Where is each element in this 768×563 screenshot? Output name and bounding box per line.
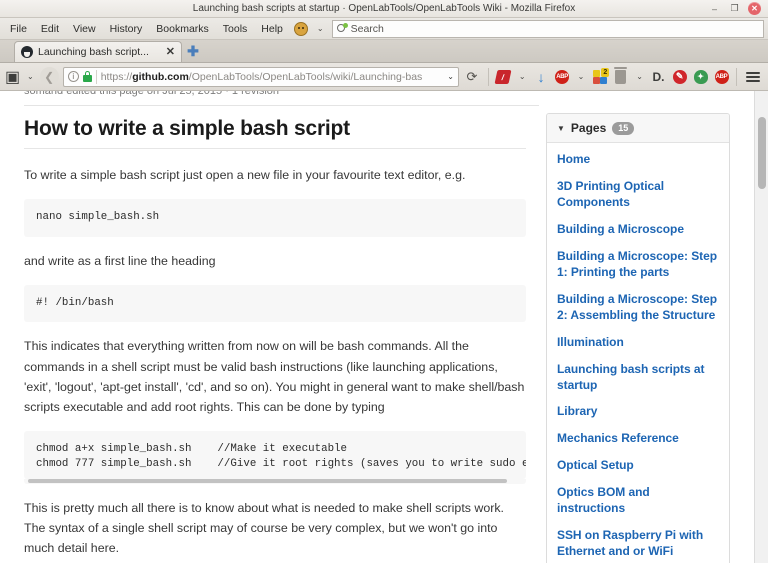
window-controls: – ❐ ✕: [708, 2, 768, 15]
url-divider: [95, 69, 97, 84]
maximize-restore-button[interactable]: ❐: [728, 2, 741, 15]
url-host: github.com: [132, 70, 189, 83]
menu-edit[interactable]: Edit: [35, 21, 65, 37]
menu-file[interactable]: File: [4, 21, 33, 37]
adblock-glyph: ABP: [714, 69, 729, 84]
url-text: https://github.com/OpenLabTools/OpenLabT…: [101, 71, 441, 83]
site-info-icon[interactable]: i: [67, 71, 79, 82]
noscript-icon[interactable]: ✎: [670, 67, 689, 87]
scrollbar-thumb: [758, 117, 766, 189]
tab-strip: Launching bash script... ✕ ✚: [0, 40, 768, 63]
hamburger-menu-icon[interactable]: [742, 71, 764, 82]
shield-icon[interactable]: ✦: [691, 67, 710, 87]
page-viewport: somand edited this page on Jul 25, 2015 …: [0, 91, 768, 563]
addon-puzzle-icon[interactable]: 2: [590, 67, 610, 87]
paragraph-summary: This is pretty much all there is to know…: [24, 501, 505, 556]
menu-bookmarks[interactable]: Bookmarks: [150, 21, 215, 37]
tab-launching-bash-script[interactable]: Launching bash script... ✕: [14, 41, 182, 62]
tab-list-icon[interactable]: ▣: [4, 67, 21, 87]
chevron-down-icon[interactable]: ⌄: [313, 24, 328, 33]
disconnect-glyph: D.: [652, 69, 665, 84]
sidebar-link-library[interactable]: Library: [557, 404, 719, 420]
new-tab-button[interactable]: ✚: [182, 41, 204, 62]
user-avatar-icon[interactable]: [293, 21, 308, 36]
disconnect-icon[interactable]: D.: [649, 67, 668, 87]
back-button[interactable]: ❮: [39, 67, 59, 86]
wiki-page: somand edited this page on Jul 25, 2015 …: [0, 91, 754, 563]
close-icon[interactable]: ✕: [166, 46, 175, 58]
article-content: How to write a simple bash script To wri…: [24, 117, 526, 563]
adblock-plus-icon[interactable]: ABP: [553, 67, 572, 87]
search-placeholder-text: Search: [350, 22, 384, 35]
chevron-down-icon-ext2[interactable]: ⌄: [574, 72, 589, 81]
chevron-down-icon-tablist[interactable]: ⌄: [23, 72, 38, 81]
chevron-down-icon-ext3[interactable]: ⌄: [632, 72, 647, 81]
pages-sidebar-title: Pages: [570, 121, 607, 135]
menu-history[interactable]: History: [104, 21, 149, 37]
download-arrow-icon[interactable]: ↓: [532, 67, 551, 87]
reload-button[interactable]: ⟳: [461, 67, 483, 87]
toolbar-divider-1: [487, 67, 489, 86]
paragraph-heading-line: and write as a first line the heading: [24, 253, 216, 268]
pages-count-badge: 15: [612, 121, 635, 135]
pages-sidebar-header[interactable]: ▼ Pages 15: [547, 114, 729, 143]
minimize-button[interactable]: –: [708, 2, 721, 15]
search-icon: [336, 23, 348, 34]
flash-blocker-icon[interactable]: /: [494, 67, 513, 87]
url-bar[interactable]: i https://github.com/OpenLabTools/OpenLa…: [62, 66, 459, 87]
search-bar[interactable]: Search: [331, 19, 764, 38]
shield-glyph: ✦: [693, 69, 708, 84]
window-title: Launching bash scripts at startup · Open…: [192, 2, 576, 14]
abp-glyph: ABP: [555, 69, 570, 84]
page-vertical-scrollbar[interactable]: [754, 91, 768, 563]
addon-badge-count: 2: [601, 67, 610, 77]
sidebar-link-optical-setup[interactable]: Optical Setup: [557, 458, 719, 474]
sidebar-link-microscope-step-2[interactable]: Building a Microscope: Step 2: Assemblin…: [557, 292, 719, 324]
browser-window: Launching bash scripts at startup · Open…: [0, 0, 768, 563]
menu-help[interactable]: Help: [255, 21, 289, 37]
sidebar-link-optics-bom[interactable]: Optics BOM and instructions: [557, 485, 719, 517]
sidebar-link-mechanics-reference[interactable]: Mechanics Reference: [557, 431, 719, 447]
chevron-down-icon-ext1[interactable]: ⌄: [515, 72, 530, 81]
menu-bar: File Edit View History Bookmarks Tools H…: [0, 18, 768, 40]
navigation-toolbar: ▣ ⌄ ❮ i https://github.com/OpenLabTools/…: [0, 63, 768, 91]
pages-sidebar: ▼ Pages 15 Home 3D Printing Optical Comp…: [546, 113, 730, 563]
paragraph-bash-commands: This indicates that everything written f…: [24, 339, 525, 414]
menu-view[interactable]: View: [67, 21, 102, 37]
code-block-shebang: #! /bin/bash: [24, 284, 526, 323]
github-icon: [21, 46, 33, 58]
url-scheme: https://: [100, 70, 133, 83]
menu-tools[interactable]: Tools: [217, 21, 254, 37]
chevron-down-icon-pages[interactable]: ▼: [557, 124, 565, 133]
noscript-glyph: ✎: [672, 69, 687, 84]
chevron-down-icon-url[interactable]: ⌄: [445, 72, 454, 81]
code-block-chmod: chmod a+x simple_bash.sh //Make it execu…: [24, 430, 526, 480]
download-glyph: ↓: [537, 68, 545, 85]
paragraph-intro: To write a simple bash script just open …: [24, 168, 466, 182]
sidebar-link-illumination[interactable]: Illumination: [557, 335, 719, 351]
pages-list: Home 3D Printing Optical Components Buil…: [547, 143, 729, 563]
url-path: /OpenLabTools/OpenLabTools/wiki/Launchin…: [188, 70, 423, 83]
sidebar-link-building-a-microscope[interactable]: Building a Microscope: [557, 222, 719, 238]
lock-icon: [82, 71, 92, 82]
code-block-nano: nano simple_bash.sh: [24, 199, 526, 237]
toolbar-divider-2: [736, 67, 737, 86]
page-title: How to write a simple bash script: [24, 117, 526, 149]
meta-divider: [24, 105, 539, 106]
adblock-icon[interactable]: ABP: [712, 67, 731, 87]
tab-title: Launching bash script...: [38, 46, 149, 58]
flash-blocker-glyph: /: [494, 69, 512, 84]
page-meta-clipped: somand edited this page on Jul 25, 2015 …: [24, 91, 279, 97]
code-horizontal-scrollbar[interactable]: [24, 479, 526, 485]
sidebar-link-3d-printing-optical[interactable]: 3D Printing Optical Components: [557, 179, 719, 211]
close-button[interactable]: ✕: [748, 2, 761, 15]
sidebar-link-microscope-step-1[interactable]: Building a Microscope: Step 1: Printing …: [557, 249, 719, 281]
trash-icon[interactable]: [611, 66, 630, 87]
title-bar: Launching bash scripts at startup · Open…: [0, 0, 768, 18]
sidebar-link-launching-bash-scripts[interactable]: Launching bash scripts at startup: [557, 362, 719, 394]
sidebar-link-home[interactable]: Home: [557, 152, 719, 168]
trash-glyph: [614, 66, 628, 84]
sidebar-link-ssh-raspberry-pi[interactable]: SSH on Raspberry Pi with Ethernet and or…: [557, 528, 719, 560]
